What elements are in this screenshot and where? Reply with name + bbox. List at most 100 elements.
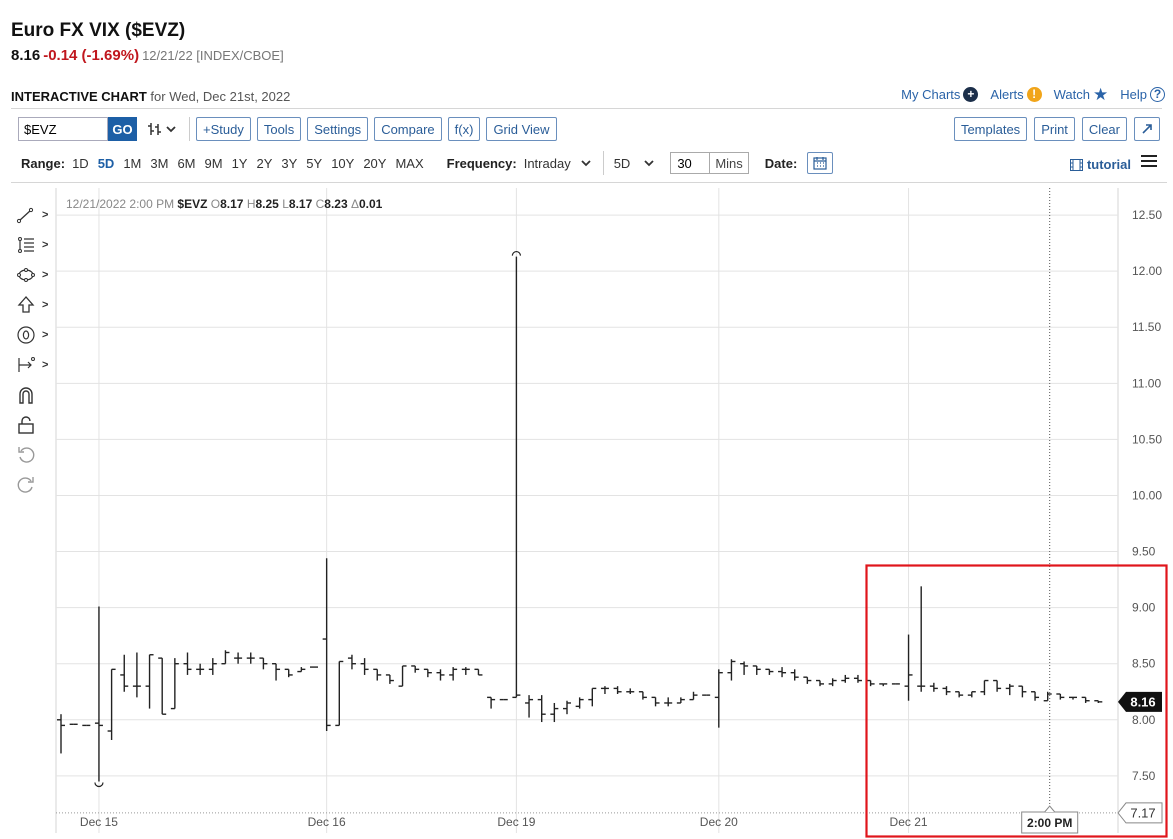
ohlc-bar: [613, 686, 622, 695]
annotation-tool[interactable]: >: [16, 320, 52, 350]
shape-icon: [17, 268, 35, 282]
ohlc-bar: [967, 691, 976, 698]
undo-tool[interactable]: [16, 440, 52, 470]
ohlc-bar: [461, 667, 470, 675]
price-chart[interactable]: 12.50 12.00 11.50 11.00 10.50 10.00 9.50 9.00 8.…: [0, 0, 1173, 839]
x-tick-label: Dec 16: [308, 815, 346, 829]
ohlc-bar: [1094, 700, 1103, 703]
ohlc-bar: [335, 660, 344, 727]
ohlc-bar: [904, 634, 913, 701]
ohlc-bar: [170, 658, 179, 710]
ohlc-bar: [132, 652, 141, 698]
ohlc-bar: [449, 667, 458, 681]
y-tick-label: 12.50: [1132, 208, 1162, 222]
y-tick-label: 8.50: [1132, 657, 1156, 671]
ohlc-bar: [588, 687, 597, 707]
chevron-right-icon: >: [42, 269, 49, 281]
ohlc-bar: [828, 678, 837, 687]
ohlc-bar: [664, 697, 673, 707]
y-tick-label: 11.50: [1132, 320, 1161, 334]
ohlc-bar: [778, 667, 787, 678]
ohlc-bar: [651, 696, 660, 707]
ohlc-bar: [790, 669, 799, 681]
ohlc-bar: [727, 659, 736, 681]
last-price-tag: 8.16: [1118, 691, 1162, 712]
ohlc-bar: [575, 697, 584, 709]
y-tick-label: 8.00: [1132, 713, 1156, 727]
ohlc-bar: [512, 256, 521, 699]
y-tick-label: 11.00: [1132, 376, 1161, 390]
ohlc-bar: [689, 691, 698, 701]
ohlc-bar: [563, 700, 571, 715]
x-tick-label: Dec 21: [890, 815, 928, 829]
ohlc-bar: [208, 658, 217, 675]
ohlc-bar: [1081, 696, 1090, 703]
arrow-tool[interactable]: >: [16, 290, 52, 320]
ohlc-bar: [272, 663, 281, 681]
ohlc-bar: [360, 658, 369, 675]
ohlc-bar: [436, 669, 445, 681]
measure-icon: [18, 357, 35, 372]
ohlc-bar: [196, 663, 205, 675]
line-tool[interactable]: >: [16, 200, 52, 230]
trendline-icon: [16, 207, 34, 224]
ohlc-bar: [1056, 693, 1065, 700]
svg-text:2:00 PM: 2:00 PM: [1027, 816, 1072, 830]
ohlc-bar: [158, 657, 167, 715]
redo-icon: [17, 477, 34, 493]
ohlc-bar: [423, 668, 432, 678]
ohlc-bar: [246, 652, 255, 664]
ohlc-bar: [752, 665, 761, 675]
ohlc-legend: 12/21/2022 2:00 PM $EVZ O8.17 H8.25 L8.1…: [66, 197, 383, 211]
ohlc-bar: [385, 674, 394, 684]
ohlc-bar: [803, 676, 812, 684]
crosshair-time-label: 2:00 PM: [1021, 805, 1079, 834]
ohlc-bar: [765, 668, 774, 675]
ohlc-bar: [107, 668, 116, 740]
ohlc-bar: [1043, 691, 1052, 702]
fibonacci-icon: [18, 237, 34, 253]
chart-overlays: 2:00 PM 8.16 7.17: [56, 188, 1168, 838]
ohlc-bar: [398, 665, 407, 687]
ohlc-bar: [993, 679, 1002, 692]
redo-tool[interactable]: [16, 470, 52, 500]
ohlc-bar: [411, 665, 420, 673]
y-tick-label: 9.50: [1132, 545, 1156, 559]
measure-tool[interactable]: >: [16, 350, 52, 380]
ohlc-bar: [347, 654, 356, 670]
magnet-icon: [19, 387, 33, 404]
ohlc-bar: [676, 697, 685, 704]
y-tick-label: 7.50: [1132, 769, 1156, 783]
ohlc-bar: [866, 679, 875, 687]
ohlc-bar: [853, 674, 862, 683]
magnet-tool[interactable]: [16, 380, 52, 410]
svg-text:8.16: 8.16: [1130, 694, 1155, 709]
chart-grid: 12.50 12.00 11.50 11.00 10.50 10.00 9.50 9.00 8.…: [55, 188, 1162, 833]
ohlc-bar: [1005, 683, 1014, 696]
y-tick-label: 12.00: [1132, 264, 1162, 278]
ohlc-bar: [879, 683, 888, 687]
lock-tool[interactable]: [16, 410, 52, 440]
y-tick-label: 9.00: [1132, 601, 1156, 615]
ohlc-bar: [234, 652, 243, 664]
x-tick-label: Dec 19: [497, 815, 535, 829]
ohlc-bar: [145, 654, 154, 709]
shape-tool[interactable]: >: [16, 260, 52, 290]
ohlc-bar: [221, 650, 230, 665]
ohlc-bar: [474, 668, 483, 676]
ohlc-bar: [942, 686, 951, 696]
ohlc-bar: [917, 586, 926, 692]
ohlc-bar: [94, 606, 103, 782]
ohlc-bar: [1031, 691, 1040, 701]
svg-text:7.17: 7.17: [1130, 805, 1155, 820]
ohlc-bar: [626, 688, 635, 695]
ohlc-bar: [487, 696, 496, 709]
ohlc-bar: [929, 682, 938, 692]
ohlc-bars: [57, 256, 1103, 782]
ohlc-bar: [550, 702, 559, 723]
drawing-toolbar: > > > > > >: [16, 200, 52, 500]
fib-tool[interactable]: >: [16, 230, 52, 260]
ohlc-bar: [525, 695, 534, 718]
ohlc-bar: [1018, 685, 1027, 698]
ohlc-bar: [638, 691, 647, 700]
